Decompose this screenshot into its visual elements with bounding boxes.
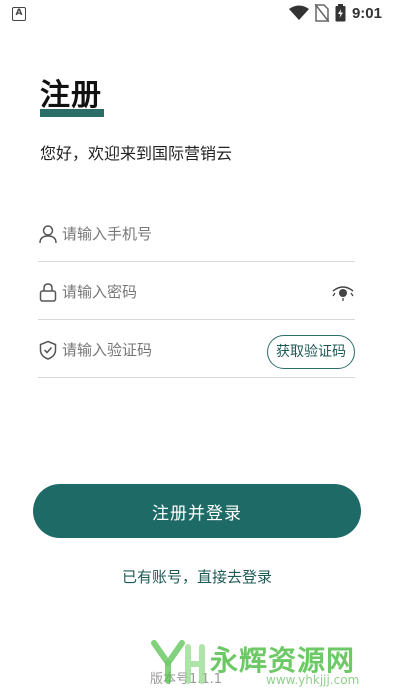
status-icons: 9:01 bbox=[288, 4, 382, 22]
battery-icon bbox=[335, 4, 346, 22]
get-code-button[interactable]: 获取验证码 bbox=[267, 335, 355, 369]
page-subtitle: 您好，欢迎来到国际营销云 bbox=[40, 144, 233, 163]
login-link[interactable]: 已有账号，直接去登录 bbox=[0, 566, 394, 587]
watermark-url: www.yhkjjj.com bbox=[266, 673, 360, 687]
page-title: 注册 bbox=[40, 78, 102, 113]
phone-input[interactable] bbox=[62, 222, 282, 246]
code-field: 获取验证码 bbox=[38, 322, 355, 378]
register-button[interactable]: 注册并登录 bbox=[33, 484, 361, 538]
wifi-icon bbox=[288, 5, 309, 20]
notification-icon: A bbox=[12, 7, 26, 21]
eye-icon[interactable] bbox=[331, 284, 355, 302]
watermark-logo-icon bbox=[151, 640, 205, 684]
watermark: 永辉资源网 www.yhkjjj.com bbox=[150, 637, 359, 687]
code-input[interactable] bbox=[62, 338, 282, 362]
password-field bbox=[38, 264, 355, 320]
lock-icon bbox=[39, 283, 57, 302]
title-block: 注册 bbox=[40, 76, 104, 117]
phone-field bbox=[38, 206, 355, 262]
password-input[interactable] bbox=[62, 280, 282, 304]
user-icon bbox=[39, 225, 57, 244]
no-sim-icon bbox=[314, 4, 329, 22]
status-time: 9:01 bbox=[351, 4, 382, 22]
shield-icon bbox=[39, 340, 57, 360]
status-bar: A 9:01 bbox=[0, 0, 394, 28]
